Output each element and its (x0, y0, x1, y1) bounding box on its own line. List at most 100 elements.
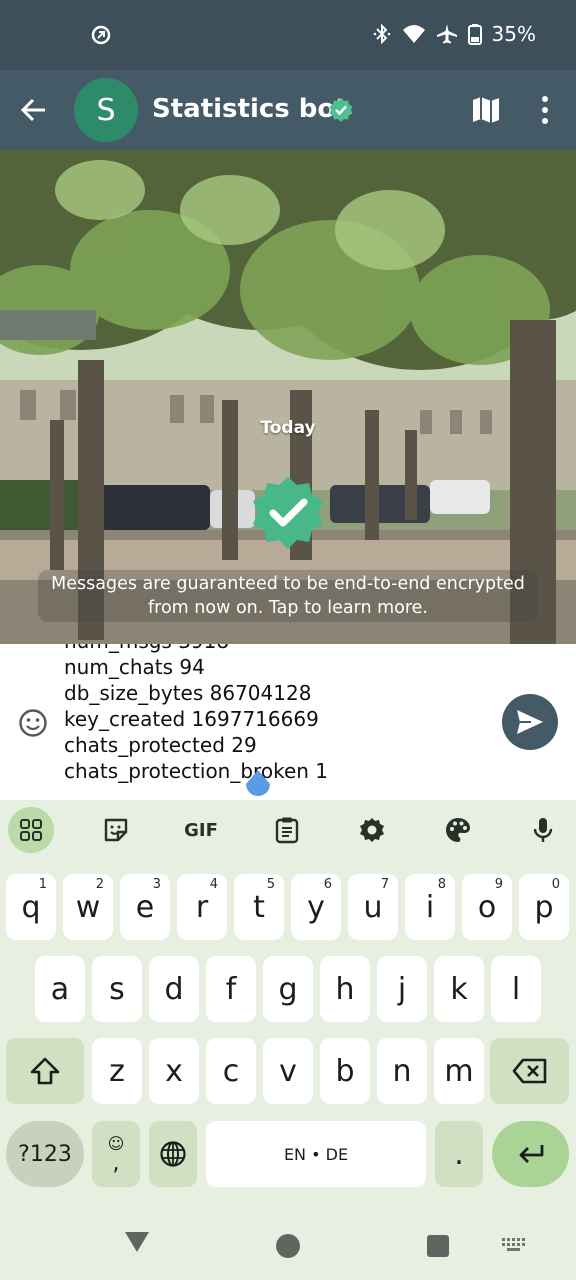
key-c[interactable]: c (206, 1038, 256, 1104)
emoji-button[interactable] (18, 708, 48, 738)
key-y[interactable]: y6 (291, 874, 341, 940)
key-number-hint: 7 (380, 877, 389, 892)
key-label: a (50, 971, 70, 1007)
map-button[interactable] (468, 92, 504, 128)
key-label: m (444, 1053, 474, 1089)
system-navigation-bar (0, 1202, 576, 1280)
key-i[interactable]: i8 (405, 874, 455, 940)
mic-icon (533, 818, 553, 842)
space-key[interactable]: EN • DE (206, 1121, 426, 1187)
key-number-hint: 0 (551, 877, 560, 892)
key-z[interactable]: z (92, 1038, 142, 1104)
settings-icon (360, 818, 384, 842)
palette-icon (446, 818, 470, 842)
key-label: k (450, 971, 468, 1007)
key-b[interactable]: b (320, 1038, 370, 1104)
key-j[interactable]: j (377, 956, 427, 1022)
key-l[interactable]: l (491, 956, 541, 1022)
message-text-line: key_created 1697716669 (64, 707, 319, 731)
key-r[interactable]: r4 (177, 874, 227, 940)
key-g[interactable]: g (263, 956, 313, 1022)
key-s[interactable]: s (92, 956, 142, 1022)
language-switch-key[interactable] (149, 1121, 197, 1187)
back-nav-icon[interactable] (124, 1230, 150, 1254)
key-u[interactable]: u7 (348, 874, 398, 940)
recents-nav-icon[interactable] (427, 1235, 449, 1257)
chat-messages-area[interactable]: Today Messages are guaranteed to be end-… (0, 150, 576, 644)
avatar-letter: S (96, 92, 116, 128)
more-vert-icon (542, 96, 548, 124)
screen: 35% S Statistics bot Today Messages are … (0, 0, 576, 1280)
period-key[interactable]: . (435, 1121, 483, 1187)
key-n[interactable]: n (377, 1038, 427, 1104)
gif-button[interactable]: GIF (178, 807, 224, 853)
key-o[interactable]: o9 (462, 874, 512, 940)
key-label: v (279, 1053, 297, 1089)
key-q[interactable]: q1 (6, 874, 56, 940)
key-number-hint: 4 (209, 877, 218, 892)
key-t[interactable]: t5 (234, 874, 284, 940)
enter-key[interactable] (492, 1121, 569, 1187)
message-text-line: num_msgs 3918 (64, 644, 328, 654)
backspace-icon (512, 1058, 546, 1084)
key-a[interactable]: a (35, 956, 85, 1022)
key-label: o (477, 889, 497, 925)
settings-button[interactable] (349, 807, 395, 853)
key-e[interactable]: e3 (120, 874, 170, 940)
date-separator: Today (260, 418, 316, 438)
message-text-line: chats_protected 29 (64, 733, 257, 757)
emoji-icon (19, 709, 47, 737)
keyboard-toolbar: GIF (0, 800, 576, 862)
key-label: q (21, 889, 41, 925)
send-button[interactable] (502, 694, 558, 750)
comma-label: , (112, 1151, 120, 1176)
key-number-hint: 1 (38, 877, 47, 892)
back-button[interactable] (14, 90, 54, 130)
encryption-notice[interactable]: Messages are guaranteed to be end-to-end… (38, 570, 538, 622)
status-bar: 35% (0, 0, 576, 70)
apps-grid-icon (20, 819, 42, 841)
home-nav-icon[interactable] (276, 1234, 300, 1258)
key-p[interactable]: p0 (519, 874, 569, 940)
more-options-button[interactable] (530, 92, 560, 128)
data-saver-icon (91, 25, 111, 45)
sticker-button[interactable] (93, 807, 139, 853)
key-label: i (425, 889, 435, 925)
key-x[interactable]: x (149, 1038, 199, 1104)
backspace-key[interactable] (490, 1038, 569, 1104)
wifi-icon (402, 25, 425, 43)
chat-title[interactable]: Statistics bot (152, 94, 348, 124)
key-number-hint: 9 (494, 877, 503, 892)
back-arrow-icon (21, 98, 45, 122)
key-k[interactable]: k (434, 956, 484, 1022)
key-label: s (109, 971, 125, 1007)
message-composer: num_msgs 3918num_chats 94db_size_bytes 8… (0, 644, 576, 800)
shift-key[interactable] (6, 1038, 84, 1104)
emoji-comma-key[interactable]: ☺ , (92, 1121, 140, 1187)
airplane-mode-icon (436, 24, 457, 44)
send-icon (517, 710, 543, 734)
key-f[interactable]: f (206, 956, 256, 1022)
keyboard-hide-icon[interactable] (502, 1238, 526, 1252)
symbols-key[interactable]: ?123 (6, 1121, 84, 1187)
key-label: h (335, 971, 355, 1007)
clipboard-button[interactable] (264, 807, 310, 853)
avatar[interactable]: S (74, 78, 138, 142)
map-icon (473, 97, 499, 123)
message-input[interactable]: num_msgs 3918num_chats 94db_size_bytes 8… (64, 644, 484, 792)
key-h[interactable]: h (320, 956, 370, 1022)
key-label: j (397, 971, 407, 1007)
key-w[interactable]: w2 (63, 874, 113, 940)
key-number-hint: 6 (323, 877, 332, 892)
theme-button[interactable] (435, 807, 481, 853)
text-cursor-handle[interactable] (244, 768, 272, 800)
key-d[interactable]: d (149, 956, 199, 1022)
key-label: w (75, 889, 101, 925)
key-label: d (164, 971, 184, 1007)
key-m[interactable]: m (434, 1038, 484, 1104)
bluetooth-icon (373, 23, 390, 45)
voice-input-button[interactable] (520, 807, 566, 853)
key-label: g (278, 971, 298, 1007)
apps-grid-button[interactable] (8, 807, 54, 853)
key-v[interactable]: v (263, 1038, 313, 1104)
